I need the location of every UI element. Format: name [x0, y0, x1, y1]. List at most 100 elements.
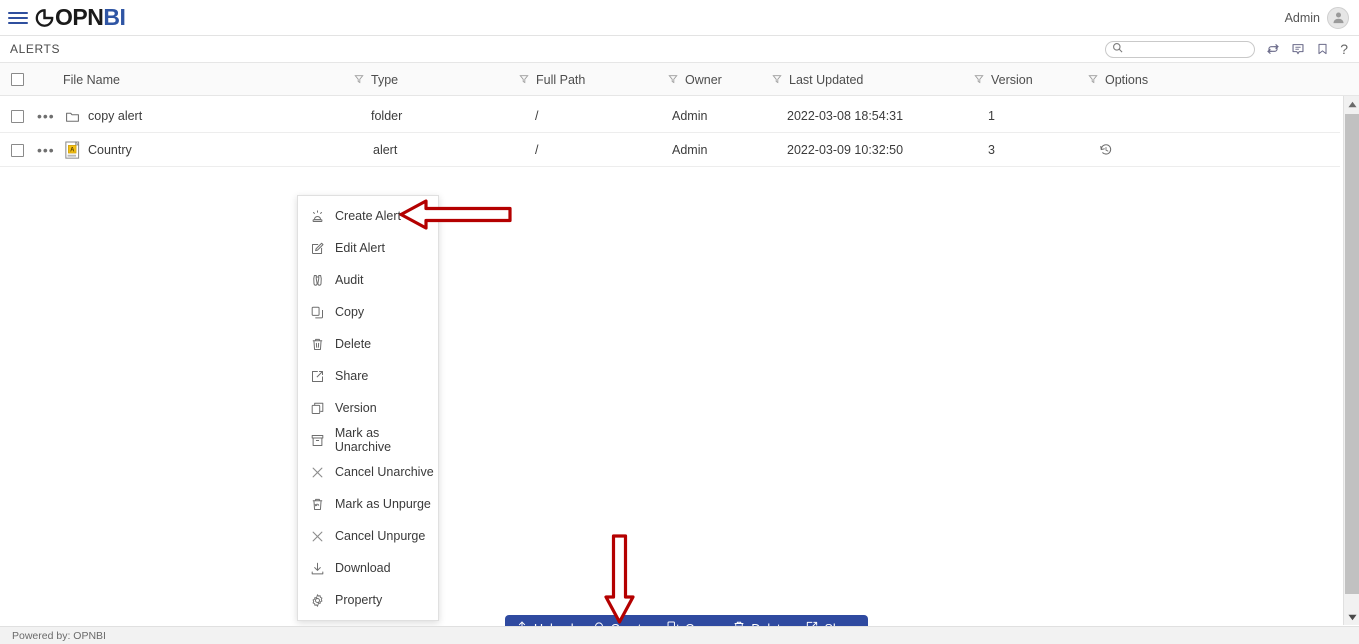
menu-item-edit-alert[interactable]: Edit Alert — [298, 232, 438, 264]
edit-pencil-icon — [310, 241, 330, 256]
cell-file-name: copy alert — [88, 109, 143, 123]
vertical-scrollbar[interactable] — [1343, 96, 1359, 625]
column-header-full-path[interactable]: Full Path — [519, 63, 585, 96]
comment-icon[interactable] — [1291, 42, 1305, 56]
menu-item-label: Cancel Unarchive — [335, 465, 434, 479]
app-root: OPNBI Admin ALERTS ? File Name Type Full… — [0, 0, 1359, 644]
column-label: Options — [1105, 72, 1149, 87]
cell-version: 1 — [988, 109, 995, 123]
cell-full-path: / — [535, 143, 539, 157]
menu-item-mark-as-unpurge[interactable]: Mark as Unpurge — [298, 488, 438, 520]
menu-item-label: Cancel Unpurge — [335, 529, 426, 543]
select-all-checkbox[interactable] — [11, 63, 24, 96]
filter-icon[interactable] — [772, 73, 782, 87]
footer-text: Powered by: OPNBI — [12, 629, 106, 642]
history-icon[interactable] — [1099, 133, 1113, 167]
table-row[interactable]: ••• A Country alert / Admin 2022-03-09 1… — [0, 133, 1340, 167]
row-checkbox[interactable] — [11, 133, 24, 167]
svg-text:A: A — [70, 147, 75, 153]
folder-icon — [65, 99, 80, 133]
row-checkbox[interactable] — [11, 99, 24, 133]
download-icon — [310, 561, 330, 576]
column-label: File Name — [63, 72, 120, 87]
cell-version: 3 — [988, 143, 995, 157]
column-label: Type — [371, 72, 399, 87]
page-title: ALERTS — [10, 42, 61, 56]
user-avatar-icon[interactable] — [1327, 6, 1349, 29]
context-menu: Create Alert Edit Alert Audit Copy Delet… — [297, 195, 439, 621]
column-header-options[interactable]: Options — [1088, 63, 1148, 96]
column-header-file-name[interactable]: File Name — [63, 63, 120, 96]
menu-item-mark-as-unarchive[interactable]: Mark as Unarchive — [298, 424, 438, 456]
power-o-icon — [34, 7, 55, 29]
scroll-up-arrow-icon[interactable] — [1344, 96, 1359, 112]
bookmark-icon[interactable] — [1316, 42, 1329, 56]
filter-icon[interactable] — [354, 73, 364, 87]
menu-item-label: Download — [335, 561, 391, 575]
scroll-down-arrow-icon[interactable] — [1344, 609, 1359, 625]
cell-full-path: / — [535, 109, 539, 123]
cell-owner: Admin — [672, 109, 708, 123]
user-name-label: Admin — [1284, 10, 1320, 25]
menu-item-label: Edit Alert — [335, 241, 386, 255]
search-box[interactable] — [1105, 40, 1256, 58]
cell-last-updated: 2022-03-08 18:54:31 — [787, 109, 904, 123]
column-header-owner[interactable]: Owner — [668, 63, 722, 96]
sub-bar-actions: ? — [1105, 40, 1359, 58]
cell-type: folder — [371, 109, 403, 123]
search-input[interactable] — [1126, 43, 1249, 55]
menu-item-cancel-unarchive[interactable]: Cancel Unarchive — [298, 456, 438, 488]
gear-icon — [310, 593, 330, 608]
column-header-last-updated[interactable]: Last Updated — [772, 63, 863, 96]
column-label: Version — [991, 72, 1033, 87]
version-icon — [310, 401, 330, 416]
menu-item-version[interactable]: Version — [298, 392, 438, 424]
column-label: Owner — [685, 72, 722, 87]
table-row[interactable]: ••• copy alert folder / Admin 2022-03-08… — [0, 99, 1340, 133]
menu-item-create-alert[interactable]: Create Alert — [298, 200, 438, 232]
top-bar-right: Admin — [1284, 6, 1359, 29]
menu-item-cancel-unpurge[interactable]: Cancel Unpurge — [298, 520, 438, 552]
filter-icon[interactable] — [519, 73, 529, 87]
help-icon[interactable]: ? — [1340, 42, 1348, 56]
column-header-version[interactable]: Version — [974, 63, 1033, 96]
logo-text-dark: OPN — [55, 4, 104, 30]
siren-icon — [310, 209, 330, 224]
alert-file-icon: A — [65, 133, 82, 167]
trash-icon — [310, 337, 330, 352]
column-label: Last Updated — [789, 72, 864, 87]
menu-item-copy[interactable]: Copy — [298, 296, 438, 328]
column-header-type[interactable]: Type — [354, 63, 398, 96]
top-bar: OPNBI Admin — [0, 0, 1359, 36]
menu-item-share[interactable]: Share — [298, 360, 438, 392]
menu-item-delete[interactable]: Delete — [298, 328, 438, 360]
app-logo[interactable]: OPNBI — [34, 4, 126, 30]
footer-bar: Powered by: OPNBI — [0, 626, 1359, 644]
binoculars-icon — [310, 273, 330, 288]
row-actions-menu-icon[interactable]: ••• — [37, 99, 55, 133]
cell-owner: Admin — [672, 143, 708, 157]
menu-item-property[interactable]: Property — [298, 584, 438, 616]
menu-item-audit[interactable]: Audit — [298, 264, 438, 296]
column-label: Full Path — [536, 72, 586, 87]
menu-item-label: Audit — [335, 273, 364, 287]
scrollbar-thumb[interactable] — [1345, 114, 1359, 594]
cell-type: alert — [373, 143, 398, 157]
hamburger-menu-icon[interactable] — [8, 10, 30, 26]
logo-text-blue: BI — [103, 4, 126, 30]
filter-icon[interactable] — [974, 73, 984, 87]
trash-restore-icon — [310, 497, 330, 512]
menu-item-download[interactable]: Download — [298, 552, 438, 584]
row-actions-menu-icon[interactable]: ••• — [37, 133, 55, 167]
menu-item-label: Version — [335, 401, 377, 415]
menu-item-label: Property — [335, 593, 383, 607]
filter-icon[interactable] — [668, 73, 678, 87]
menu-item-label: Mark as Unarchive — [334, 426, 392, 454]
share-icon — [310, 369, 330, 384]
alerts-sub-bar: ALERTS ? — [0, 36, 1359, 63]
filter-icon[interactable] — [1088, 73, 1098, 87]
table-header-row: File Name Type Full Path Owner Last Upda… — [0, 63, 1359, 96]
close-x-icon — [310, 465, 330, 480]
menu-item-label: Delete — [335, 337, 372, 351]
refresh-icon[interactable] — [1266, 42, 1280, 56]
